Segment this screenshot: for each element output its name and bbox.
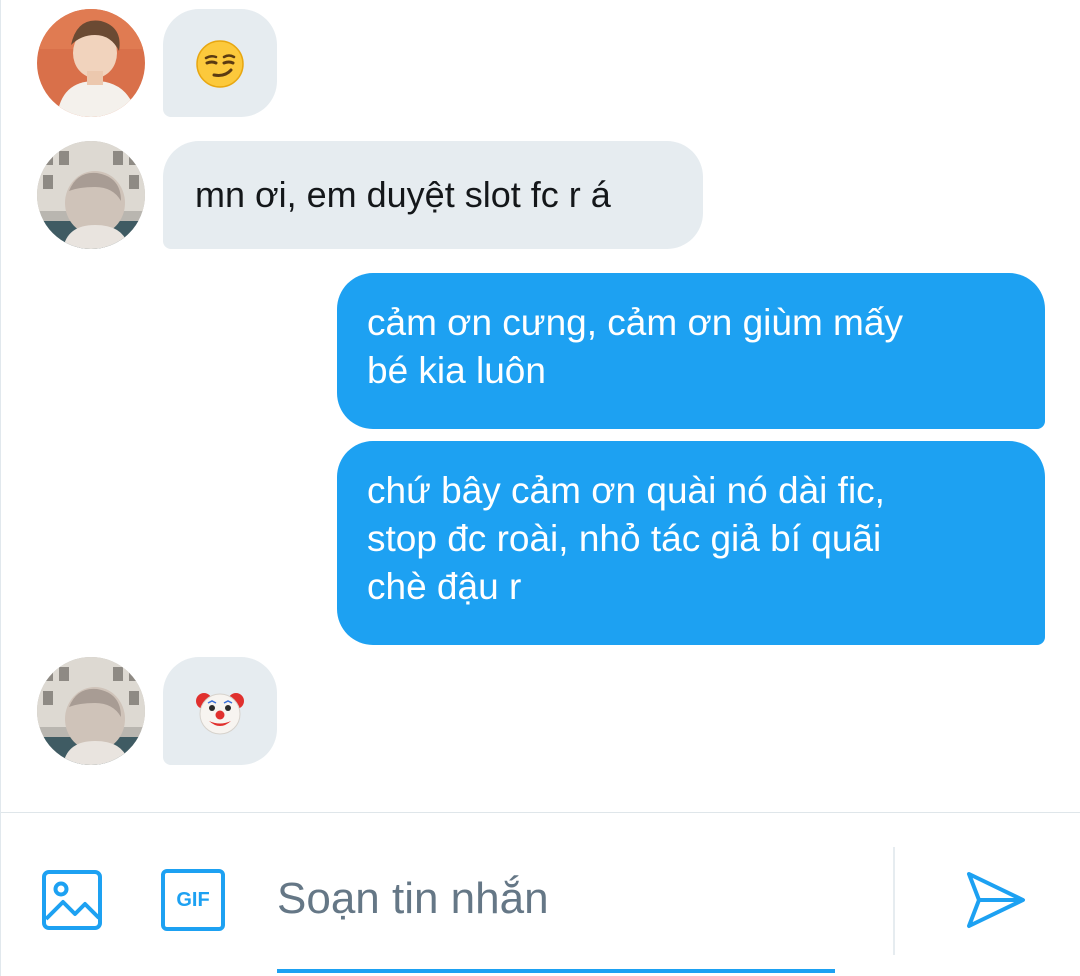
message-text-line: chè đậu r xyxy=(367,566,522,607)
message-bubble-outgoing[interactable]: cảm ơn cưng, cảm ơn giùm mấy bé kia luôn xyxy=(337,273,1045,429)
message-bubble-incoming[interactable] xyxy=(163,9,277,117)
avatar-sender-1[interactable] xyxy=(37,9,145,117)
message-text-line: bé kia luôn xyxy=(367,350,546,391)
dm-conversation-screen: mn ơi, em duyệt slot fc r á cảm ơn cưng,… xyxy=(0,0,1080,976)
send-button[interactable] xyxy=(963,869,1029,931)
message-input-placeholder: Soạn tin nhắn xyxy=(277,874,549,923)
image-icon xyxy=(42,870,102,930)
message-text-line: chứ bây cảm ơn quài nó dài fic, xyxy=(367,470,885,511)
clown-face-icon xyxy=(196,693,244,735)
message-bubble-outgoing[interactable]: chứ bây cảm ơn quài nó dài fic, stop đc … xyxy=(337,441,1045,645)
message-text-line: cảm ơn cưng, cảm ơn giùm mấy xyxy=(367,302,903,343)
add-image-button[interactable] xyxy=(41,869,103,931)
add-gif-button[interactable]: GIF xyxy=(161,869,225,931)
message-bubble-incoming[interactable]: mn ơi, em duyệt slot fc r á xyxy=(163,141,703,249)
message-input-underline xyxy=(277,969,835,973)
message-input[interactable]: Soạn tin nhắn xyxy=(277,869,835,969)
send-icon xyxy=(967,872,1025,928)
message-composer: GIF Soạn tin nhắn xyxy=(1,812,1080,976)
gif-button-label: GIF xyxy=(176,888,210,911)
message-text-line: stop đc roài, nhỏ tác giả bí quãi xyxy=(367,518,882,559)
composer-divider xyxy=(893,847,895,955)
avatar-sender-2[interactable] xyxy=(37,657,145,765)
message-text: mn ơi, em duyệt slot fc r á xyxy=(195,174,611,215)
avatar-sender-2[interactable] xyxy=(37,141,145,249)
message-bubble-incoming[interactable] xyxy=(163,657,277,765)
smirking-face-icon xyxy=(196,40,244,88)
